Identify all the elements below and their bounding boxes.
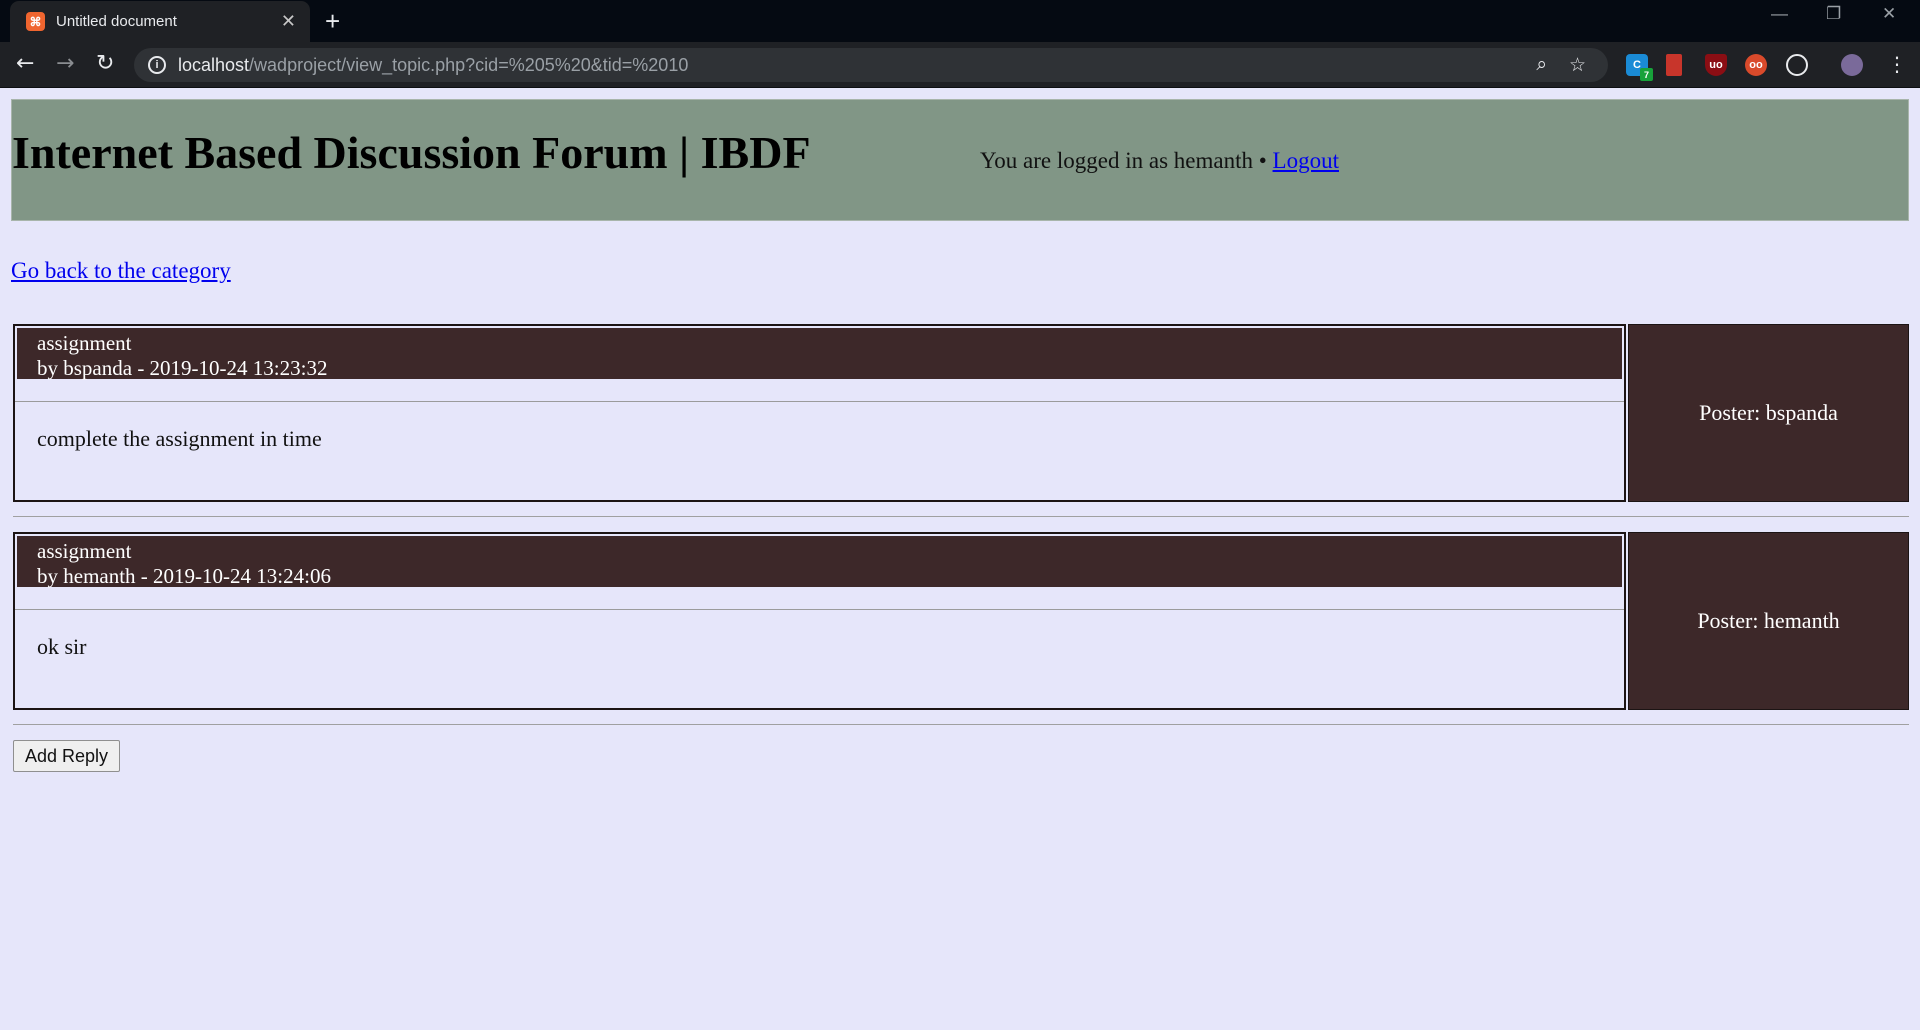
extension-book-icon[interactable]	[1666, 54, 1682, 76]
login-status: You are logged in as hemanth • Logout	[980, 148, 1339, 174]
close-window-icon[interactable]: ✕	[1882, 4, 1896, 24]
browser-menu-icon[interactable]: ⋮	[1887, 50, 1907, 78]
post-poster: Poster: bspanda	[1628, 324, 1909, 502]
ublock-shield-icon[interactable]: uo	[1705, 54, 1727, 76]
address-bar[interactable]: i localhost /wadproject/view_topic.php?c…	[134, 48, 1608, 82]
post-content: assignment by hemanth - 2019-10-24 13:24…	[13, 532, 1626, 710]
post: assignment by hemanth - 2019-10-24 13:24…	[13, 532, 1909, 710]
post-content: assignment by bspanda - 2019-10-24 13:23…	[13, 324, 1626, 502]
extension-gauge-icon[interactable]	[1786, 54, 1808, 76]
site-info-icon[interactable]: i	[148, 56, 166, 74]
post: assignment by bspanda - 2019-10-24 13:23…	[13, 324, 1909, 502]
zoom-icon[interactable]: ⌕	[1536, 54, 1547, 76]
post-header: assignment by bspanda - 2019-10-24 13:23…	[17, 328, 1622, 380]
extension-badge: 7	[1640, 68, 1653, 81]
restore-window-icon[interactable]: ❐	[1826, 4, 1841, 24]
post-byline: by hemanth - 2019-10-24 13:24:06	[37, 564, 331, 588]
back-to-category-link[interactable]: Go back to the category	[11, 258, 231, 284]
post-header: assignment by hemanth - 2019-10-24 13:24…	[17, 536, 1622, 588]
site-title: Internet Based Discussion Forum | IBDF	[12, 127, 811, 178]
post-separator	[13, 516, 1909, 517]
bookmark-star-icon[interactable]: ☆	[1569, 54, 1586, 77]
url-path: /wadproject/view_topic.php?cid=%205%20&t…	[249, 54, 689, 75]
tab-title: Untitled document	[56, 13, 177, 30]
add-reply-button[interactable]: Add Reply	[13, 740, 121, 772]
post-byline: by bspanda - 2019-10-24 13:23:32	[37, 356, 328, 380]
post-poster: Poster: hemanth	[1628, 532, 1909, 710]
site-header: Internet Based Discussion Forum | IBDF Y…	[11, 99, 1909, 221]
logout-link[interactable]: Logout	[1273, 148, 1339, 173]
post-divider	[15, 609, 1624, 610]
reload-icon[interactable]: ↻	[96, 50, 114, 78]
profile-avatar[interactable]	[1841, 54, 1863, 76]
browser-toolbar: ← → ↻ i localhost /wadproject/view_topic…	[0, 42, 1920, 88]
new-tab-icon[interactable]: +	[325, 6, 340, 36]
forward-arrow-icon[interactable]: →	[56, 50, 74, 78]
post-divider	[15, 401, 1624, 402]
page-content: Internet Based Discussion Forum | IBDF Y…	[0, 88, 1920, 1030]
back-arrow-icon[interactable]: ←	[16, 50, 34, 78]
close-tab-icon[interactable]: ✕	[281, 11, 296, 32]
post-separator	[13, 724, 1909, 725]
url-host: localhost	[178, 54, 250, 75]
post-subject: assignment	[37, 331, 132, 355]
post-body: complete the assignment in time	[37, 426, 322, 451]
post-body: ok sir	[37, 634, 87, 659]
login-text: You are logged in as hemanth •	[980, 148, 1273, 173]
minimize-window-icon[interactable]: —	[1771, 4, 1788, 24]
extension-eyes-icon[interactable]: oo	[1745, 54, 1767, 76]
extension-c-icon[interactable]: C 7	[1626, 54, 1653, 81]
browser-tab-bar: ⌘ Untitled document ✕ + — ❐ ✕	[0, 0, 1920, 42]
post-subject: assignment	[37, 539, 132, 563]
xampp-favicon-icon: ⌘	[26, 12, 45, 31]
browser-tab[interactable]: ⌘ Untitled document ✕	[10, 1, 310, 42]
